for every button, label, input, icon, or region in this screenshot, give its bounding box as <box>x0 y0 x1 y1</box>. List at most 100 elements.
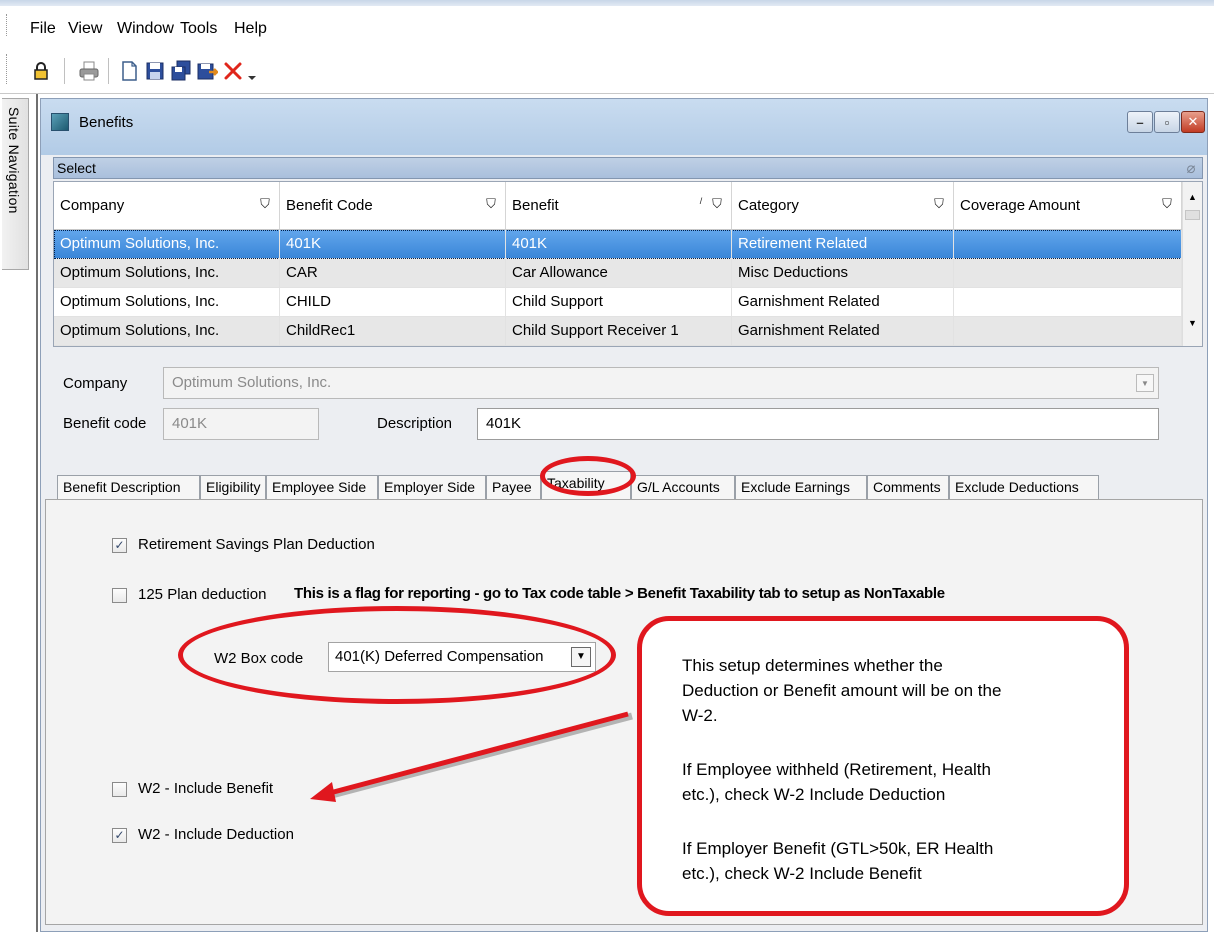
scroll-up-icon[interactable]: ▲ <box>1188 192 1197 202</box>
filter-icon[interactable]: ⛉ <box>1160 196 1174 212</box>
arrow-line <box>325 711 629 797</box>
cell-benefit-code: ChildRec1 <box>280 317 506 346</box>
filter-icon[interactable]: ⛉ <box>710 196 724 212</box>
callout-line: etc.), check W-2 Include Deduction <box>682 785 946 804</box>
cell-coverage-amount <box>954 259 1182 288</box>
dropdown-arrow-icon[interactable] <box>246 70 258 82</box>
cell-coverage-amount <box>954 317 1182 346</box>
w2-box-highlight <box>178 606 616 704</box>
save-all-icon[interactable] <box>170 60 192 82</box>
column-header-benefit[interactable]: Benefit / ⛉ <box>506 182 732 230</box>
tab-exclude-deductions[interactable]: Exclude Deductions <box>949 475 1099 499</box>
new-document-icon[interactable] <box>118 60 140 82</box>
cell-benefit: Child Support <box>506 288 732 317</box>
scroll-down-icon[interactable]: ▼ <box>1188 318 1197 328</box>
w2-include-benefit-checkbox[interactable] <box>112 782 127 797</box>
cell-category: Misc Deductions <box>732 259 954 288</box>
plan125-note: This is a flag for reporting - go to Tax… <box>294 585 945 602</box>
column-header-label: Benefit <box>512 197 559 214</box>
callout-line: If Employee withheld (Retirement, Health <box>682 760 991 779</box>
suite-navigation-label: Suite Navigation <box>6 107 22 214</box>
panel-divider <box>36 94 38 932</box>
callout-line: etc.), check W-2 Include Benefit <box>682 864 922 883</box>
menu-file[interactable]: File <box>30 20 56 38</box>
table-row[interactable]: Optimum Solutions, Inc. 401K 401K Retire… <box>54 230 1182 259</box>
plan125-label: 125 Plan deduction <box>138 586 267 603</box>
annotation-callout: This setup determines whether the Deduct… <box>637 616 1129 916</box>
delete-icon[interactable] <box>222 60 244 82</box>
menu-help[interactable]: Help <box>234 20 267 38</box>
w2-include-deduction-label: W2 - Include Deduction <box>138 826 294 843</box>
chevron-down-icon[interactable]: ▼ <box>1136 374 1154 392</box>
column-header-label: Coverage Amount <box>960 197 1081 214</box>
close-button[interactable]: ✕ <box>1181 111 1205 133</box>
menu-view[interactable]: View <box>68 20 102 38</box>
cell-category: Garnishment Related <box>732 317 954 346</box>
description-field[interactable]: 401K <box>477 408 1159 440</box>
toolbar-grip <box>6 54 9 84</box>
select-label: Select <box>57 160 96 176</box>
taxability-tab-highlight <box>540 456 636 496</box>
retirement-checkbox[interactable]: ✓ <box>112 538 127 553</box>
sort-icon: / <box>699 196 703 206</box>
cell-coverage-amount <box>954 230 1182 259</box>
toolbar-separator <box>64 58 65 84</box>
retirement-label: Retirement Savings Plan Deduction <box>138 536 375 553</box>
select-bar: Select ⌀ <box>53 157 1203 179</box>
table-row[interactable]: Optimum Solutions, Inc. CHILD Child Supp… <box>54 288 1182 317</box>
tab-payee[interactable]: Payee <box>486 475 541 499</box>
tab-benefit-description[interactable]: Benefit Description <box>57 475 200 499</box>
save-close-icon[interactable] <box>196 60 221 82</box>
menu-bar: File View Window Tools Help <box>0 6 1214 40</box>
print-icon[interactable] <box>78 60 100 82</box>
benefit-code-field[interactable]: 401K <box>163 408 319 440</box>
arrow-annotation <box>310 711 633 802</box>
column-header-label: Company <box>60 197 125 214</box>
benefit-code-label: Benefit code <box>63 415 147 432</box>
paperclip-icon[interactable]: ⌀ <box>1182 159 1200 177</box>
column-header-coverage-amount[interactable]: Coverage Amount ⛉ <box>954 182 1182 230</box>
tab-exclude-earnings[interactable]: Exclude Earnings <box>735 475 867 499</box>
save-icon[interactable] <box>144 60 166 82</box>
column-header-category[interactable]: Category ⛉ <box>732 182 954 230</box>
filter-icon[interactable]: ⛉ <box>484 196 498 212</box>
filter-icon[interactable]: ⛉ <box>932 196 946 212</box>
column-header-label: Benefit Code <box>286 197 373 214</box>
filter-icon[interactable]: ⛉ <box>258 196 272 212</box>
company-value: Optimum Solutions, Inc. <box>172 374 332 391</box>
grid-scrollbar[interactable]: ▲ ▼ <box>1182 182 1202 346</box>
callout-line: Deduction or Benefit amount will be on t… <box>682 681 1002 700</box>
tab-eligibility[interactable]: Eligibility <box>200 475 266 499</box>
callout-line: This setup determines whether the <box>682 656 943 675</box>
column-header-benefit-code[interactable]: Benefit Code ⛉ <box>280 182 506 230</box>
restore-button[interactable]: ▫ <box>1154 111 1180 133</box>
cell-category: Garnishment Related <box>732 288 954 317</box>
toolbar <box>0 40 1214 94</box>
plan125-checkbox[interactable] <box>112 588 127 603</box>
w2-include-deduction-checkbox[interactable]: ✓ <box>112 828 127 843</box>
suite-navigation-tab[interactable]: Suite Navigation <box>2 98 29 270</box>
lock-icon[interactable] <box>30 60 52 82</box>
company-select[interactable]: Optimum Solutions, Inc. ▼ <box>163 367 1159 399</box>
menu-grip <box>6 14 9 36</box>
cell-benefit: Car Allowance <box>506 259 732 288</box>
company-label: Company <box>63 375 128 392</box>
table-row[interactable]: Optimum Solutions, Inc. CAR Car Allowanc… <box>54 259 1182 288</box>
minimize-button[interactable]: – <box>1127 111 1153 133</box>
table-row[interactable]: Optimum Solutions, Inc. ChildRec1 Child … <box>54 317 1182 346</box>
cell-company: Optimum Solutions, Inc. <box>54 317 280 346</box>
cell-benefit-code: CAR <box>280 259 506 288</box>
tab-employer-side[interactable]: Employer Side <box>378 475 486 499</box>
tab-comments[interactable]: Comments <box>867 475 949 499</box>
tab-employee-side[interactable]: Employee Side <box>266 475 378 499</box>
scroll-thumb[interactable] <box>1185 210 1200 220</box>
arrow-shadow <box>327 712 633 800</box>
description-label: Description <box>377 415 453 432</box>
column-header-company[interactable]: Company ⛉ <box>54 182 280 230</box>
cell-company: Optimum Solutions, Inc. <box>54 288 280 317</box>
arrowhead-icon <box>310 782 336 802</box>
tab-gl-accounts[interactable]: G/L Accounts <box>631 475 735 499</box>
cell-benefit: Child Support Receiver 1 <box>506 317 732 346</box>
menu-window[interactable]: Window <box>117 20 174 38</box>
menu-tools[interactable]: Tools <box>180 20 217 38</box>
